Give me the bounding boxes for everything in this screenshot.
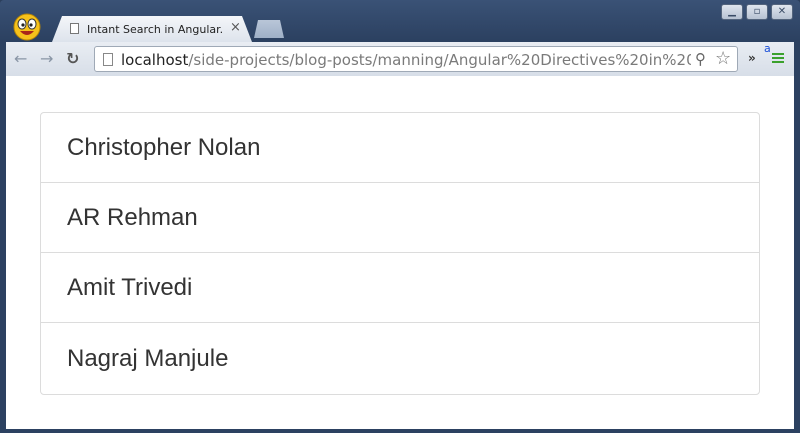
page-icon <box>103 53 113 66</box>
tab-active[interactable]: Intant Search in Angular. × <box>52 16 252 42</box>
document-icon <box>70 23 79 34</box>
address-bar[interactable]: localhost/side-projects/blog-posts/manni… <box>94 46 738 72</box>
back-arrow-icon[interactable]: ← <box>14 50 27 68</box>
browser-window: Intant Search in Angular. × ▁ ▫ ✕ ← → ↻ … <box>0 0 800 433</box>
star-icon[interactable]: ☆ <box>715 48 731 69</box>
url-text[interactable]: localhost/side-projects/blog-posts/manni… <box>121 51 691 69</box>
profile-avatar-icon[interactable] <box>12 12 42 42</box>
url-host: localhost <box>121 51 189 69</box>
tab-title: Intant Search in Angular. <box>87 23 224 36</box>
close-tab-icon[interactable]: × <box>230 20 241 35</box>
list-item[interactable]: Amit Trivedi <box>41 253 759 323</box>
zoom-icon[interactable]: ⚲ <box>695 50 706 68</box>
minimize-icon[interactable]: ▁ <box>721 4 743 20</box>
forward-arrow-icon[interactable]: → <box>40 50 53 68</box>
maximize-icon[interactable]: ▫ <box>746 4 768 20</box>
menu-icon[interactable] <box>772 53 784 65</box>
close-window-icon[interactable]: ✕ <box>771 4 793 20</box>
extensions-overflow-icon[interactable]: » <box>748 51 756 65</box>
list-item[interactable]: Christopher Nolan <box>41 113 759 183</box>
page-content: Christopher Nolan AR Rehman Amit Trivedi… <box>6 76 794 429</box>
new-tab-button[interactable] <box>254 20 284 38</box>
results-list: Christopher Nolan AR Rehman Amit Trivedi… <box>40 112 760 395</box>
reload-icon[interactable]: ↻ <box>66 50 79 68</box>
list-item[interactable]: AR Rehman <box>41 183 759 253</box>
list-item[interactable]: Nagraj Manjule <box>41 323 759 394</box>
url-path: /side-projects/blog-posts/manning/Angula… <box>188 51 691 69</box>
extension-icon[interactable]: a <box>764 42 771 55</box>
toolbar: ← → ↻ localhost/side-projects/blog-posts… <box>6 42 794 76</box>
